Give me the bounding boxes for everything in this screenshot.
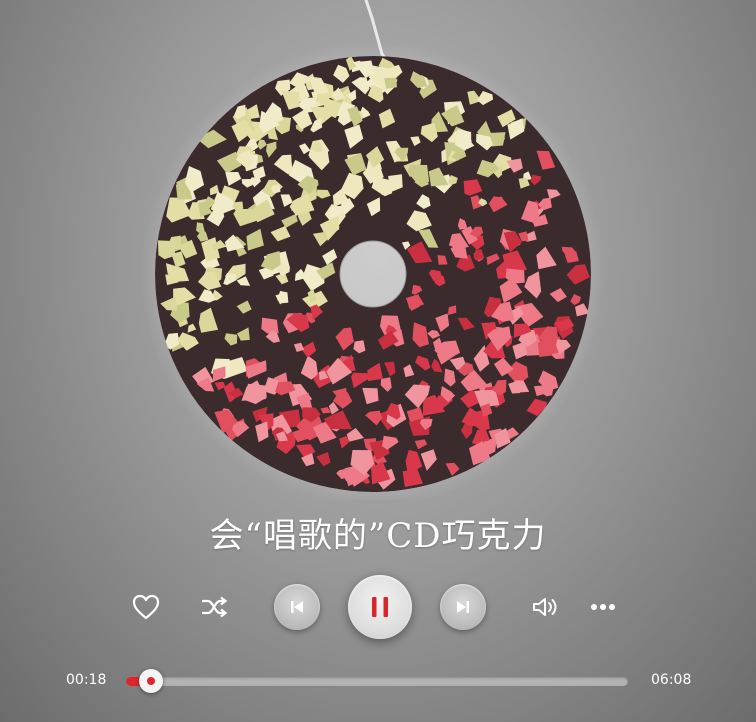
elapsed-time: 00:18 [66,672,107,688]
album-art [141,42,605,500]
pause-icon [372,597,388,617]
shuffle-icon [202,596,228,618]
progress-knob[interactable] [139,669,164,693]
skip-previous-icon [291,601,303,613]
skip-next-icon [457,601,469,613]
play-pause-button[interactable] [348,575,412,639]
shuffle-button[interactable] [196,593,232,621]
total-duration: 06:08 [651,672,692,688]
track-title: 会“唱歌的”CD巧克力 [209,516,547,556]
heart-icon [132,594,160,620]
previous-button[interactable] [274,584,320,630]
volume-icon [533,598,557,616]
progress-bar[interactable] [126,669,628,693]
pale-fruit-chip [384,77,397,89]
more-button[interactable] [586,595,620,619]
more-dots-icon [591,604,615,610]
volume-button[interactable] [528,592,562,622]
music-player: 会“唱歌的”CD巧克力 00:18 06:08 [0,0,756,722]
like-button[interactable] [128,591,164,623]
next-button[interactable] [440,584,486,630]
